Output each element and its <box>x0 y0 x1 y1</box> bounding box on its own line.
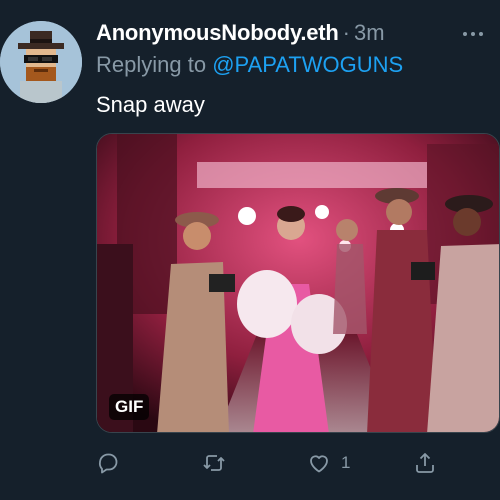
share-button[interactable] <box>413 446 437 480</box>
avatar[interactable] <box>0 21 82 103</box>
display-name[interactable]: AnonymousNobody.eth <box>96 20 339 46</box>
gif-badge: GIF <box>109 394 150 420</box>
separator-dot: · <box>342 20 350 45</box>
action-bar: 1 <box>96 446 500 480</box>
timestamp[interactable]: 3m <box>354 20 385 46</box>
like-icon <box>310 455 328 473</box>
tweet[interactable]: AnonymousNobody.eth · 3m Replying to @PA… <box>0 0 500 500</box>
tweet-text: Snap away <box>96 92 205 117</box>
replying-to-handle[interactable]: @PAPATWOGUNS <box>212 52 403 77</box>
share-icon <box>416 453 434 473</box>
gif-frame <box>97 134 499 432</box>
avatar-image <box>0 21 82 103</box>
like-button[interactable]: 1 <box>307 446 350 480</box>
gif-media[interactable]: GIF <box>96 133 500 433</box>
more-icon[interactable] <box>456 19 490 49</box>
retweet-button[interactable] <box>202 446 226 480</box>
tweet-header: AnonymousNobody.eth · 3m <box>96 15 490 51</box>
like-count: 1 <box>341 453 351 472</box>
replying-to: Replying to @PAPATWOGUNS <box>96 52 403 78</box>
replying-to-label: Replying to <box>96 52 207 77</box>
reply-button[interactable] <box>96 446 120 480</box>
retweet-icon <box>203 455 225 471</box>
reply-icon <box>98 453 118 474</box>
